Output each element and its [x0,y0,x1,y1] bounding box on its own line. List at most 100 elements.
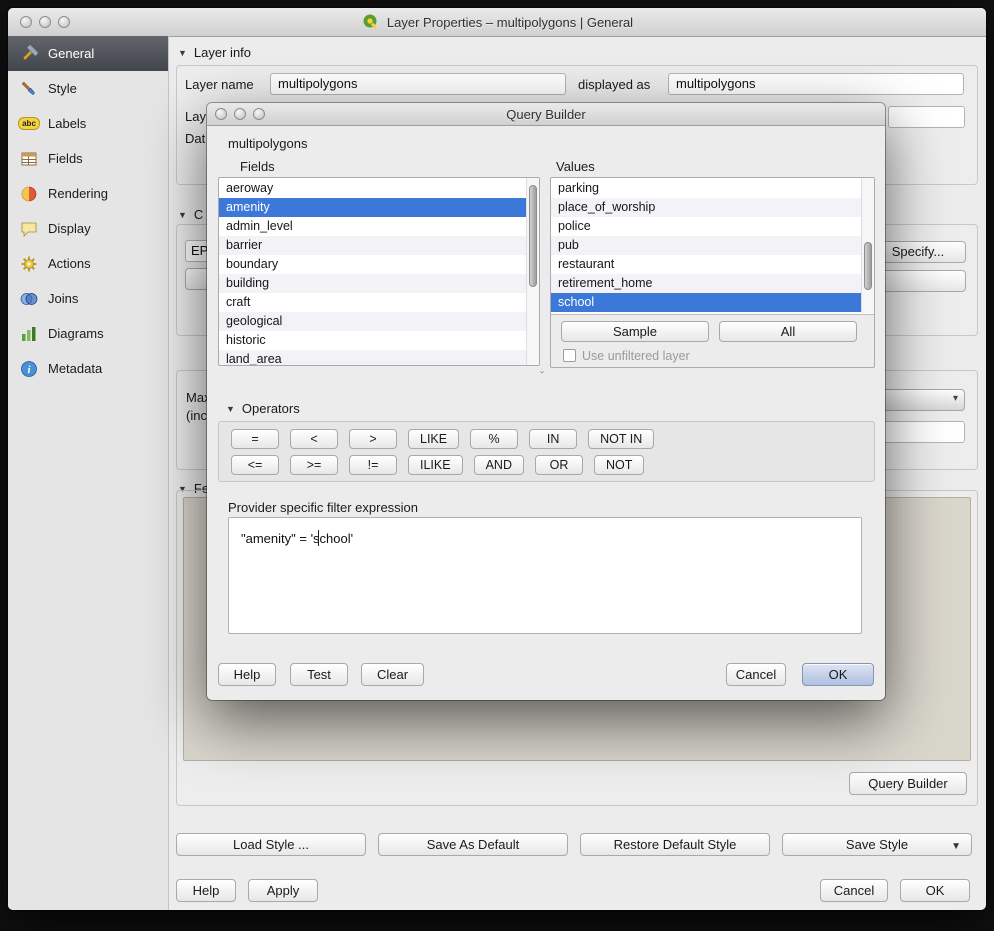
operators-header-label: Operators [242,401,300,416]
value-item[interactable]: pub [551,236,861,255]
operator-button[interactable]: NOT [594,455,644,475]
help-button[interactable]: Help [176,879,236,902]
field-item[interactable]: land_area [219,350,526,365]
operator-button[interactable]: % [470,429,518,449]
fields-icon [19,149,39,169]
chevron-down-icon: ▼ [951,836,961,857]
fields-list-rows: aerowayamenityadmin_levelbarrierboundary… [219,179,526,365]
apply-button[interactable]: Apply [248,879,318,902]
window-title: Layer Properties – multipolygons | Gener… [8,8,986,36]
filter-expression-textarea[interactable]: "amenity" = 'school' [228,517,862,634]
style-icon [19,79,39,99]
metadata-icon: i [19,359,39,379]
crs-header[interactable]: ▼ C [178,207,203,222]
cancel-button[interactable]: Cancel [820,879,888,902]
fields-scrollbar-thumb[interactable] [529,185,537,287]
save-style-button[interactable]: Save Style ▼ [782,833,972,856]
field-item[interactable]: building [219,274,526,293]
save-as-default-button[interactable]: Save As Default [378,833,568,856]
use-unfiltered-checkbox[interactable] [563,349,576,362]
operator-button[interactable]: >= [290,455,338,475]
actions-icon [19,254,39,274]
layer-info-header[interactable]: ▼ Layer info [178,45,251,60]
inclusive-label-fragment: (inc [186,408,207,423]
fields-scrollbar[interactable] [526,178,539,365]
dialog-titlebar[interactable]: Query Builder [207,103,885,126]
operator-button[interactable]: AND [474,455,524,475]
fields-label: Fields [240,159,275,174]
value-item[interactable]: place_of_worship [551,198,861,217]
field-item[interactable]: geological [219,312,526,331]
displayed-as-label: displayed as [578,77,650,92]
sidebar-item-metadata[interactable]: i Metadata [8,351,168,386]
sidebar-item-labels[interactable]: abc Labels [8,106,168,141]
sample-button[interactable]: Sample [561,321,709,342]
sidebar-item-general[interactable]: General [8,36,168,71]
field-item[interactable]: admin_level [219,217,526,236]
operator-button[interactable]: > [349,429,397,449]
restore-default-style-button[interactable]: Restore Default Style [580,833,770,856]
dialog-cancel-button[interactable]: Cancel [726,663,786,686]
layer-source-input-fragment[interactable] [888,106,965,128]
use-unfiltered-label: Use unfiltered layer [582,349,690,363]
test-button[interactable]: Test [290,663,348,686]
properties-sidebar: General Style abc Labels Fields Renderin… [8,36,169,910]
field-item[interactable]: historic [219,331,526,350]
operators-row-2: <= >= != ILIKE AND OR NOT [231,455,644,475]
operator-button[interactable]: <= [231,455,279,475]
dialog-help-button[interactable]: Help [218,663,276,686]
sidebar-item-style[interactable]: Style [8,71,168,106]
operator-button[interactable]: ILIKE [408,455,463,475]
value-item[interactable]: restaurant [551,255,861,274]
ok-button[interactable]: OK [900,879,970,902]
dialog-layer-name: multipolygons [228,136,308,151]
operator-button[interactable]: < [290,429,338,449]
value-item[interactable]: retirement_home [551,274,861,293]
sidebar-item-fields[interactable]: Fields [8,141,168,176]
value-item[interactable]: parking [551,179,861,198]
operator-button[interactable]: OR [535,455,583,475]
save-style-label: Save Style [846,837,908,852]
sidebar-item-label: Display [48,221,91,236]
field-item[interactable]: barrier [219,236,526,255]
query-builder-dialog: Query Builder multipolygons Fields Value… [207,103,885,700]
query-builder-button[interactable]: Query Builder [849,772,967,795]
layer-name-input[interactable]: multipolygons [270,73,566,95]
main-titlebar[interactable]: Layer Properties – multipolygons | Gener… [8,8,986,37]
sidebar-item-actions[interactable]: Actions [8,246,168,281]
all-button[interactable]: All [719,321,857,342]
operator-button[interactable]: NOT IN [588,429,654,449]
labels-icon: abc [19,114,39,134]
displayed-as-input[interactable]: multipolygons [668,73,964,95]
values-label: Values [556,159,595,174]
value-item[interactable]: school [551,293,861,312]
field-item[interactable]: amenity [219,198,526,217]
operator-button[interactable]: IN [529,429,577,449]
sidebar-item-label: Actions [48,256,91,271]
load-style-button[interactable]: Load Style ... [176,833,366,856]
field-item[interactable]: boundary [219,255,526,274]
rendering-icon [19,184,39,204]
disclosure-triangle-icon: ▼ [226,404,235,414]
sidebar-item-rendering[interactable]: Rendering [8,176,168,211]
field-item[interactable]: craft [219,293,526,312]
expression-label: Provider specific filter expression [228,500,418,515]
splitter-handle-icon[interactable]: ˇ [540,369,544,383]
operators-header[interactable]: ▼ Operators [226,401,300,416]
clear-button[interactable]: Clear [361,663,424,686]
operator-button[interactable]: = [231,429,279,449]
operator-button[interactable]: != [349,455,397,475]
values-scrollbar-thumb[interactable] [864,242,872,290]
text-caret [318,530,319,546]
sidebar-item-joins[interactable]: Joins [8,281,168,316]
value-item[interactable]: police [551,217,861,236]
sidebar-item-diagrams[interactable]: Diagrams [8,316,168,351]
values-list-rows: parkingplace_of_worshippolicepubrestaura… [551,179,861,314]
values-group: parkingplace_of_worshippolicepubrestaura… [550,177,875,368]
operator-button[interactable]: LIKE [408,429,459,449]
sidebar-item-display[interactable]: Display [8,211,168,246]
values-scrollbar[interactable] [861,178,874,313]
field-item[interactable]: aeroway [219,179,526,198]
dialog-ok-button[interactable]: OK [802,663,874,686]
window-title-text: Layer Properties – multipolygons | Gener… [387,15,633,30]
